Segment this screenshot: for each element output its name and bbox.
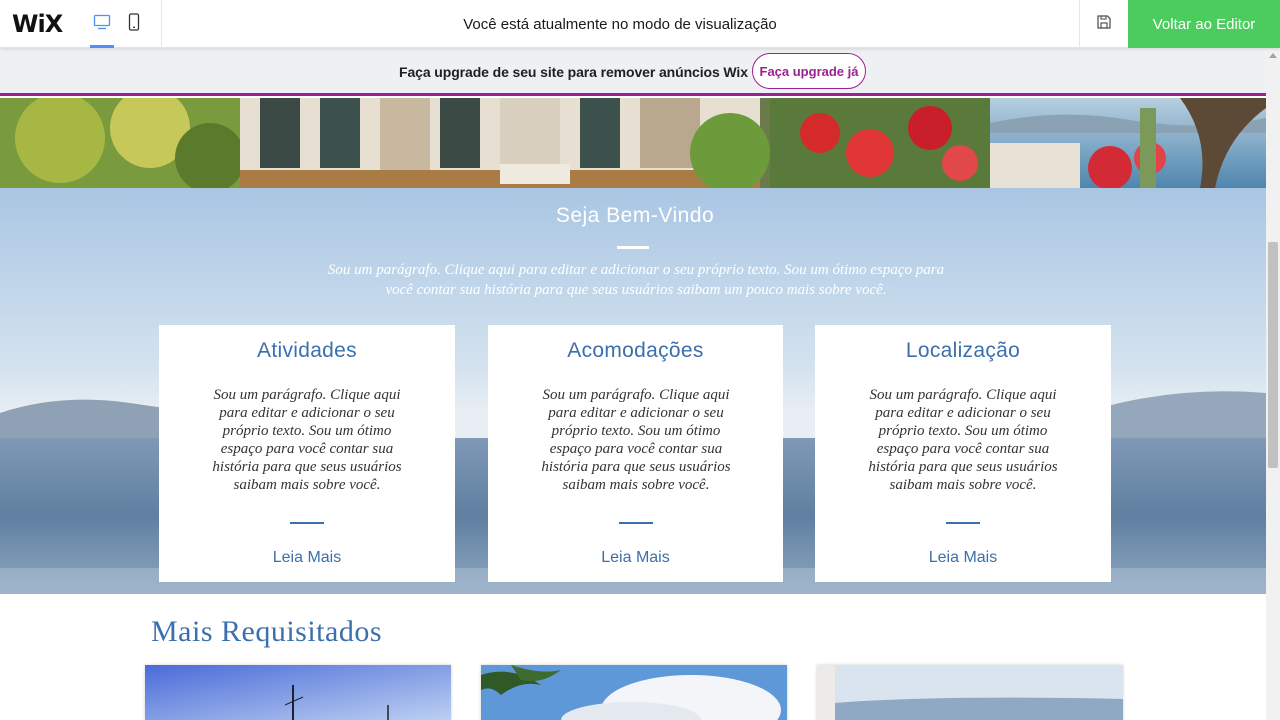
gallery-thumbnail[interactable] xyxy=(145,665,451,720)
hero-photo xyxy=(0,98,1266,188)
card-title: Atividades xyxy=(257,339,357,362)
card-title: Localização xyxy=(905,339,1021,362)
gallery-thumbnail[interactable] xyxy=(817,665,1123,720)
card-paragraph: Sou um parágrafo. Clique aqui para edita… xyxy=(541,387,731,493)
back-to-editor-button[interactable]: Voltar ao Editor xyxy=(1128,0,1280,48)
welcome-section: Seja Bem-Vindo Sou um parágrafo. Clique … xyxy=(0,188,1266,594)
upgrade-banner: Faça upgrade de seu site para remover an… xyxy=(0,48,1266,96)
upgrade-banner-text: Faça upgrade de seu site para remover an… xyxy=(399,64,748,80)
gallery-thumbnail[interactable] xyxy=(481,665,787,720)
read-more-link[interactable]: Leia Mais xyxy=(159,549,455,567)
page-scrollbar[interactable] xyxy=(1266,48,1280,720)
card-atividades: Atividades Sou um parágrafo. Clique aqui… xyxy=(159,325,455,582)
card-divider xyxy=(619,522,653,524)
card-paragraph: Sou um parágrafo. Clique aqui para edita… xyxy=(212,387,402,493)
card-divider xyxy=(946,522,980,524)
card-divider xyxy=(290,522,324,524)
read-more-link[interactable]: Leia Mais xyxy=(815,549,1111,567)
card-localizacao: Localização Sou um parágrafo. Clique aqu… xyxy=(815,325,1111,582)
active-device-indicator xyxy=(90,45,114,48)
upgrade-now-button[interactable]: Faça upgrade já xyxy=(752,53,866,89)
read-more-link[interactable]: Leia Mais xyxy=(488,549,783,567)
section-title: Mais Requisitados xyxy=(151,615,382,648)
card-title: Acomodações xyxy=(567,339,704,362)
card-paragraph: Sou um parágrafo. Clique aqui para edita… xyxy=(868,387,1058,493)
preview-mode-message: Você está atualmente no modo de visualiz… xyxy=(463,16,777,33)
welcome-paragraph: Sou um parágrafo. Clique aqui para edita… xyxy=(327,262,945,298)
save-button[interactable] xyxy=(1080,0,1128,48)
save-icon xyxy=(1096,14,1112,35)
scrollbar-thumb[interactable] xyxy=(1268,242,1278,468)
title-divider xyxy=(617,246,649,249)
scroll-up-arrow-icon[interactable] xyxy=(1266,52,1280,64)
welcome-title: Seja Bem-Vindo xyxy=(555,204,715,227)
card-acomodacoes: Acomodações Sou um parágrafo. Clique aqu… xyxy=(488,325,783,582)
preview-topbar: WiX Você está atualmente no modo de visu… xyxy=(0,0,1280,48)
